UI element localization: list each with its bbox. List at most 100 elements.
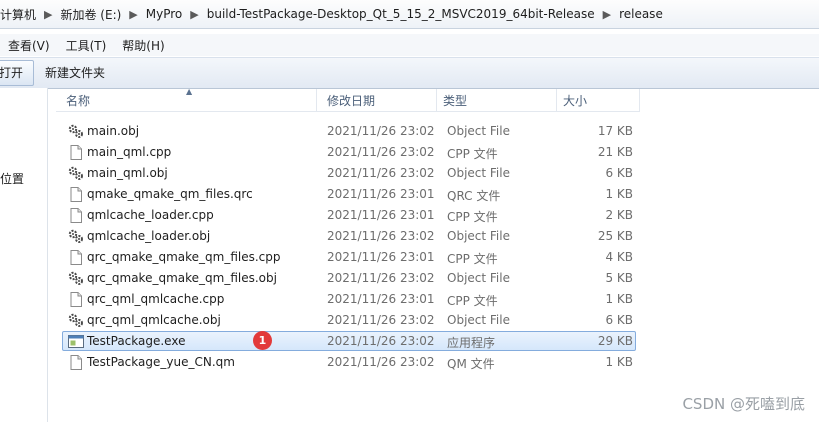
- object-file-icon: [68, 166, 84, 181]
- file-name: qrc_qmake_qmake_qm_files.obj: [87, 271, 277, 285]
- file-date: 2021/11/26 23:02: [327, 124, 435, 138]
- column-header-name[interactable]: ▲ 名称: [56, 87, 317, 111]
- breadcrumb-mypro[interactable]: MyPro: [146, 7, 189, 21]
- file-type: CPP 文件: [447, 294, 498, 308]
- open-button[interactable]: 打开: [0, 60, 35, 86]
- object-file-icon: [68, 124, 84, 139]
- document-icon: [68, 250, 84, 265]
- file-date: 2021/11/26 23:02: [327, 145, 435, 159]
- file-date: 2021/11/26 23:02: [327, 334, 435, 348]
- column-header-row: ▲ 名称 修改日期 类型 大小: [56, 87, 640, 112]
- object-file-icon: [68, 271, 84, 286]
- breadcrumb-chevron-icon[interactable]: ▶: [601, 8, 619, 21]
- breadcrumb-computer[interactable]: 计算机: [0, 6, 42, 23]
- file-name: main_qml.cpp: [87, 145, 172, 159]
- file-size: 21 KB: [597, 145, 633, 159]
- document-icon: [68, 292, 84, 307]
- file-size: 25 KB: [597, 229, 633, 243]
- file-name: qmlcache_loader.obj: [87, 229, 211, 243]
- sort-ascending-icon: ▲: [186, 87, 193, 96]
- file-size: 1 KB: [605, 187, 633, 201]
- file-type: QRC 文件: [447, 189, 501, 203]
- breadcrumb-release[interactable]: release: [619, 7, 669, 21]
- file-size: 1 KB: [605, 292, 633, 306]
- menu-tools[interactable]: 工具(T): [58, 37, 115, 54]
- file-date: 2021/11/26 23:01: [327, 250, 435, 264]
- file-date: 2021/11/26 23:01: [327, 208, 435, 222]
- document-icon: [68, 208, 84, 223]
- file-name: qmake_qmake_qm_files.qrc: [87, 187, 253, 201]
- menu-view[interactable]: 查看(V): [0, 37, 58, 54]
- file-date: 2021/11/26 23:02: [327, 355, 435, 369]
- file-type: 应用程序: [447, 336, 496, 350]
- file-name: TestPackage.exe: [87, 334, 186, 348]
- object-file-icon: [68, 313, 84, 328]
- file-date: 2021/11/26 23:02: [327, 313, 435, 327]
- new-folder-button[interactable]: 新建文件夹: [34, 60, 116, 86]
- file-row[interactable]: qrc_qmake_qmake_qm_files.obj 2021/11/26 2…: [62, 268, 636, 288]
- file-size: 5 KB: [605, 271, 633, 285]
- file-type: Object File: [447, 229, 510, 243]
- file-size: 6 KB: [605, 313, 633, 327]
- document-icon: [68, 145, 84, 160]
- file-type: Object File: [447, 124, 510, 138]
- file-row[interactable]: qrc_qml_qmlcache.cpp 2021/11/26 23:01 CPP …: [62, 289, 636, 309]
- file-date: 2021/11/26 23:02: [327, 166, 435, 180]
- file-row[interactable]: main_qml.obj 2021/11/26 23:02 Object File 6…: [62, 163, 636, 183]
- breadcrumb-drive[interactable]: 新加卷 (E:): [60, 6, 127, 23]
- file-size: 2 KB: [605, 208, 633, 222]
- file-row[interactable]: TestPackage_yue_CN.qm 2021/11/26 23:02 QM …: [62, 352, 636, 372]
- breadcrumb-chevron-icon[interactable]: ▶: [42, 8, 60, 21]
- document-icon: [68, 355, 84, 370]
- file-name: qmlcache_loader.cpp: [87, 208, 214, 222]
- file-row[interactable]: qrc_qml_qmlcache.obj 2021/11/26 23:02 Obje…: [62, 310, 636, 330]
- file-date: 2021/11/26 23:02: [327, 271, 435, 285]
- column-header-type[interactable]: 类型: [437, 89, 557, 111]
- file-name: qrc_qml_qmlcache.obj: [87, 313, 221, 327]
- file-name: qrc_qmake_qmake_qm_files.cpp: [87, 250, 281, 264]
- file-row[interactable]: qmlcache_loader.cpp 2021/11/26 23:01 CPP 文…: [62, 205, 636, 225]
- file-row[interactable]: qmlcache_loader.obj 2021/11/26 23:02 Objec…: [62, 226, 636, 246]
- file-type: Object File: [447, 271, 510, 285]
- file-type: CPP 文件: [447, 210, 498, 224]
- file-date: 2021/11/26 23:01: [327, 292, 435, 306]
- file-size: 29 KB: [597, 334, 633, 348]
- file-row[interactable]: TestPackage.exe 2021/11/26 23:02 应用程序 29 KB: [62, 331, 636, 351]
- breadcrumb-chevron-icon[interactable]: ▶: [127, 8, 145, 21]
- file-row[interactable]: main.obj 2021/11/26 23:02 Object File 17 KB: [62, 121, 636, 141]
- column-header-date[interactable]: 修改日期: [317, 89, 437, 111]
- menu-bar: 查看(V) 工具(T) 帮助(H): [0, 34, 819, 56]
- nav-item-location[interactable]: 位置: [0, 170, 24, 187]
- document-icon: [68, 187, 84, 202]
- file-row[interactable]: qrc_qmake_qmake_qm_files.cpp 2021/11/26 2…: [62, 247, 636, 267]
- column-header-name-label: 名称: [66, 94, 91, 108]
- address-bar[interactable]: 计算机 ▶ 新加卷 (E:) ▶ MyPro ▶ build-TestPacka…: [0, 0, 819, 29]
- navigation-pane[interactable]: 位置: [0, 88, 48, 422]
- file-type: QM 文件: [447, 357, 495, 371]
- file-size: 17 KB: [597, 124, 633, 138]
- file-type: CPP 文件: [447, 252, 498, 266]
- file-name: main.obj: [87, 124, 140, 138]
- file-size: 4 KB: [605, 250, 633, 264]
- command-toolbar: 打开 新建文件夹: [0, 57, 819, 89]
- file-name: qrc_qml_qmlcache.cpp: [87, 292, 225, 306]
- file-date: 2021/11/26 23:01: [327, 187, 435, 201]
- file-type: Object File: [447, 313, 510, 327]
- menu-help[interactable]: 帮助(H): [114, 37, 172, 54]
- file-name: TestPackage_yue_CN.qm: [87, 355, 235, 369]
- watermark: CSDN @死嗑到底: [682, 395, 805, 413]
- object-file-icon: [68, 229, 84, 244]
- application-icon: [68, 334, 84, 349]
- file-size: 1 KB: [605, 355, 633, 369]
- breadcrumb-build-folder[interactable]: build-TestPackage-Desktop_Qt_5_15_2_MSVC…: [207, 7, 601, 21]
- file-type: CPP 文件: [447, 147, 498, 161]
- column-header-size[interactable]: 大小: [557, 89, 640, 111]
- file-type: Object File: [447, 166, 510, 180]
- breadcrumb-chevron-icon[interactable]: ▶: [188, 8, 206, 21]
- file-name: main_qml.obj: [87, 166, 168, 180]
- file-date: 2021/11/26 23:02: [327, 229, 435, 243]
- annotation-badge: 1: [253, 331, 272, 350]
- file-size: 6 KB: [605, 166, 633, 180]
- file-row[interactable]: qmake_qmake_qm_files.qrc 2021/11/26 23:01…: [62, 184, 636, 204]
- file-row[interactable]: main_qml.cpp 2021/11/26 23:02 CPP 文件 21 KB: [62, 142, 636, 162]
